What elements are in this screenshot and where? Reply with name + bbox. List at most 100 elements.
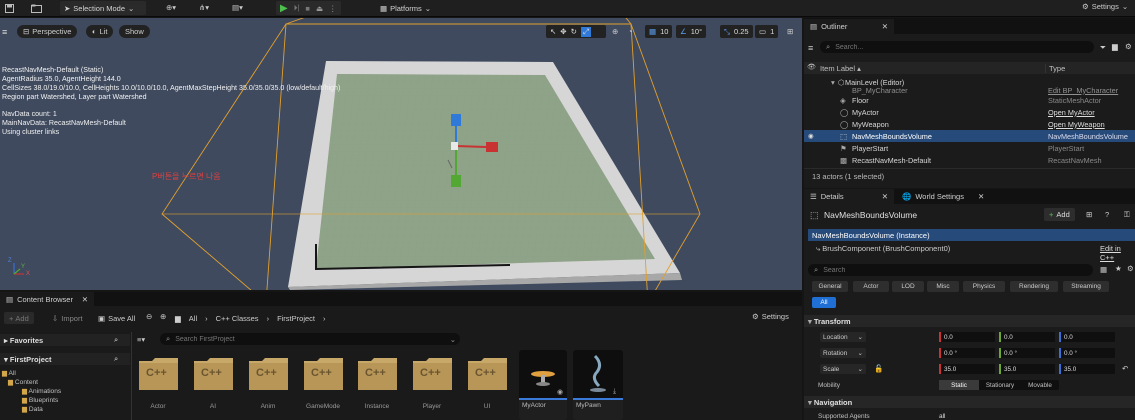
add-actor-icon[interactable]: ⊕▾ xyxy=(166,3,176,12)
category-all[interactable]: All xyxy=(812,297,836,308)
mobility-static[interactable]: Static xyxy=(939,380,979,390)
layout-icon[interactable]: ⊞ xyxy=(787,27,793,36)
category-rendering[interactable]: Rendering xyxy=(1010,281,1058,292)
col-type[interactable]: Type xyxy=(1045,64,1065,73)
rotate-tool-icon[interactable]: ↻ xyxy=(571,27,577,36)
scale-x-field[interactable]: 35.0 xyxy=(939,364,995,374)
project-header[interactable]: ▾ FirstProject ⌕ xyxy=(0,353,130,365)
navigation-header[interactable]: ▾ Navigation xyxy=(804,396,1135,408)
category-actor[interactable]: Actor xyxy=(853,281,889,292)
outliner-search-input[interactable] xyxy=(835,43,1066,51)
folder-tile[interactable]: C++ xyxy=(138,357,179,397)
rotation-snap-button[interactable]: ∠ 10° xyxy=(676,25,707,38)
blueprint-convert-icon[interactable]: ⊞ xyxy=(1086,210,1092,219)
row-type-link[interactable]: Open MyActor xyxy=(1048,108,1095,117)
camera-speed-button[interactable]: ▭ 1 xyxy=(755,25,779,38)
settings-button[interactable]: ⚙ Settings ⌄ xyxy=(1082,2,1128,11)
category-lod[interactable]: LOD xyxy=(892,281,924,292)
level-viewport[interactable]: Z X Y ≡ ⊟ Perspective ◐ Lit Show ↖ ✥ ↻ ⤢… xyxy=(0,18,802,290)
move-tool-icon[interactable]: ✥ xyxy=(560,27,566,36)
category-misc[interactable]: Misc xyxy=(927,281,959,292)
settings-gear-icon[interactable]: ⚙ xyxy=(1127,264,1134,273)
close-icon[interactable]: ✕ xyxy=(82,295,88,304)
location-y-field[interactable]: 0.0 xyxy=(999,332,1055,342)
world-space-icon[interactable]: ⊕ xyxy=(612,27,618,36)
tree-item[interactable]: ▆ Data xyxy=(2,405,61,414)
cb-settings-button[interactable]: ⚙ Settings xyxy=(752,312,789,321)
supported-agents-value[interactable]: all xyxy=(939,413,946,420)
outliner-search[interactable]: ⌕ xyxy=(820,41,1094,53)
mobility-movable[interactable]: Movable xyxy=(1021,382,1059,389)
search-icon[interactable]: ⌕ xyxy=(114,335,118,345)
instance-row[interactable]: NavMeshBoundsVolume (Instance) xyxy=(808,229,1135,241)
import-button[interactable]: ⇩ Import xyxy=(52,312,83,324)
location-dropdown[interactable]: Location ⌄ xyxy=(820,332,866,342)
location-x-field[interactable]: 0.0 xyxy=(939,332,995,342)
mobility-stationary[interactable]: Stationary xyxy=(979,382,1021,389)
rotation-dropdown[interactable]: Rotation ⌄ xyxy=(820,348,866,358)
close-icon[interactable]: ✕ xyxy=(882,192,888,201)
save-all-button[interactable]: ▣ Save All xyxy=(98,312,135,324)
blueprint-icon[interactable]: ⋔▾ xyxy=(199,3,209,12)
add-button[interactable]: + Add xyxy=(4,312,34,324)
save-icon[interactable] xyxy=(4,3,14,13)
scale-y-field[interactable]: 35.0 xyxy=(999,364,1055,374)
content-icon[interactable] xyxy=(30,3,42,13)
more-options-icon[interactable]: ⋮ xyxy=(329,4,337,13)
breadcrumb-firstproject[interactable]: FirstProject xyxy=(277,314,315,323)
play-icon[interactable]: ▶ xyxy=(280,3,288,14)
tree-row[interactable]: ⚑ PlayerStart PlayerStart xyxy=(804,142,1135,154)
filter-icon[interactable]: ≡▾ xyxy=(137,335,145,344)
help-icon[interactable]: ? xyxy=(1105,210,1109,219)
lit-button[interactable]: ◐ Lit xyxy=(86,25,114,38)
edit-cpp-link[interactable]: Edit in C++ xyxy=(1100,244,1135,262)
transform-header[interactable]: ▾ Transform xyxy=(804,315,1135,327)
hamburger-menu-icon[interactable]: ≡ xyxy=(2,27,7,37)
lock-ratio-icon[interactable]: 🔓 xyxy=(874,364,883,373)
settings-gear-icon[interactable]: ⚙ xyxy=(1125,42,1132,51)
location-z-field[interactable]: 0.0 xyxy=(1059,332,1115,342)
row-type-link[interactable]: Open MyWeapon xyxy=(1048,120,1105,129)
folder-tile[interactable]: C++ xyxy=(357,357,398,397)
breadcrumb-cpp-classes[interactable]: C++ Classes xyxy=(216,314,259,323)
rotation-z-field[interactable]: 0.0 ° xyxy=(1059,348,1115,358)
filter-icon[interactable]: ⏷ xyxy=(1100,43,1106,53)
reset-icon[interactable]: ↶ xyxy=(1122,364,1128,373)
component-row[interactable]: ⤷ BrushComponent (BrushComponent0) Edit … xyxy=(808,242,1135,262)
folder-tile[interactable]: C++ xyxy=(193,357,234,397)
cinematics-icon[interactable]: ▤▾ xyxy=(232,3,243,12)
tab-details[interactable]: ☰ Details ✕ xyxy=(804,189,894,204)
perspective-button[interactable]: ⊟ Perspective xyxy=(17,25,78,38)
breadcrumb-all[interactable]: All xyxy=(189,314,197,323)
tree-row[interactable]: ◯ MyActor Open MyActor xyxy=(804,106,1135,118)
category-physics[interactable]: Physics xyxy=(963,281,1005,292)
scale-z-field[interactable]: 35.0 xyxy=(1059,364,1115,374)
add-filter-icon[interactable]: ≡ xyxy=(808,43,813,53)
category-streaming[interactable]: Streaming xyxy=(1063,281,1109,292)
scale-snap-button[interactable]: ⤡ 0.25 xyxy=(720,25,753,38)
tab-outliner[interactable]: ▤ Outliner ✕ xyxy=(804,19,894,34)
folder-tile[interactable]: C++ xyxy=(412,357,453,397)
folder-tile[interactable]: C++ xyxy=(248,357,289,397)
history-forward-icon[interactable]: ⊕ xyxy=(160,312,166,321)
tree-row[interactable]: ◈ Floor StaticMeshActor xyxy=(804,94,1135,106)
property-matrix-icon[interactable]: ▦ xyxy=(1100,265,1107,274)
folder-tile[interactable]: C++ xyxy=(303,357,344,397)
category-general[interactable]: General xyxy=(812,281,848,292)
tab-world-settings[interactable]: 🌐 World Settings ✕ xyxy=(896,189,990,204)
tree-row-selected[interactable]: ◉ ⬚ NavMeshBoundsVolume NavMeshBoundsVol… xyxy=(804,130,1135,142)
favorite-star-icon[interactable]: ★ xyxy=(1115,264,1122,273)
folder-tile[interactable]: C++ xyxy=(467,357,508,397)
stop-icon[interactable]: ■ xyxy=(305,4,310,13)
search-icon[interactable]: ⌕ xyxy=(114,354,118,364)
show-button[interactable]: Show xyxy=(119,25,150,38)
surface-snap-icon[interactable]: ◔ xyxy=(628,27,633,36)
tree-row[interactable]: ▩ RecastNavMesh-Default RecastNavMesh xyxy=(804,154,1135,166)
lock-icon[interactable]: ⚿ xyxy=(1124,210,1130,220)
tab-content-browser[interactable]: ▤ Content Browser ✕ xyxy=(0,292,94,307)
close-icon[interactable]: ✕ xyxy=(882,22,888,31)
step-icon[interactable]: ⏵| xyxy=(294,3,300,13)
add-component-button[interactable]: + Add xyxy=(1044,208,1075,221)
tree-item[interactable]: ▆ All xyxy=(2,369,61,378)
selection-mode-dropdown[interactable]: ➤ Selection Mode ⌄ xyxy=(60,1,146,15)
